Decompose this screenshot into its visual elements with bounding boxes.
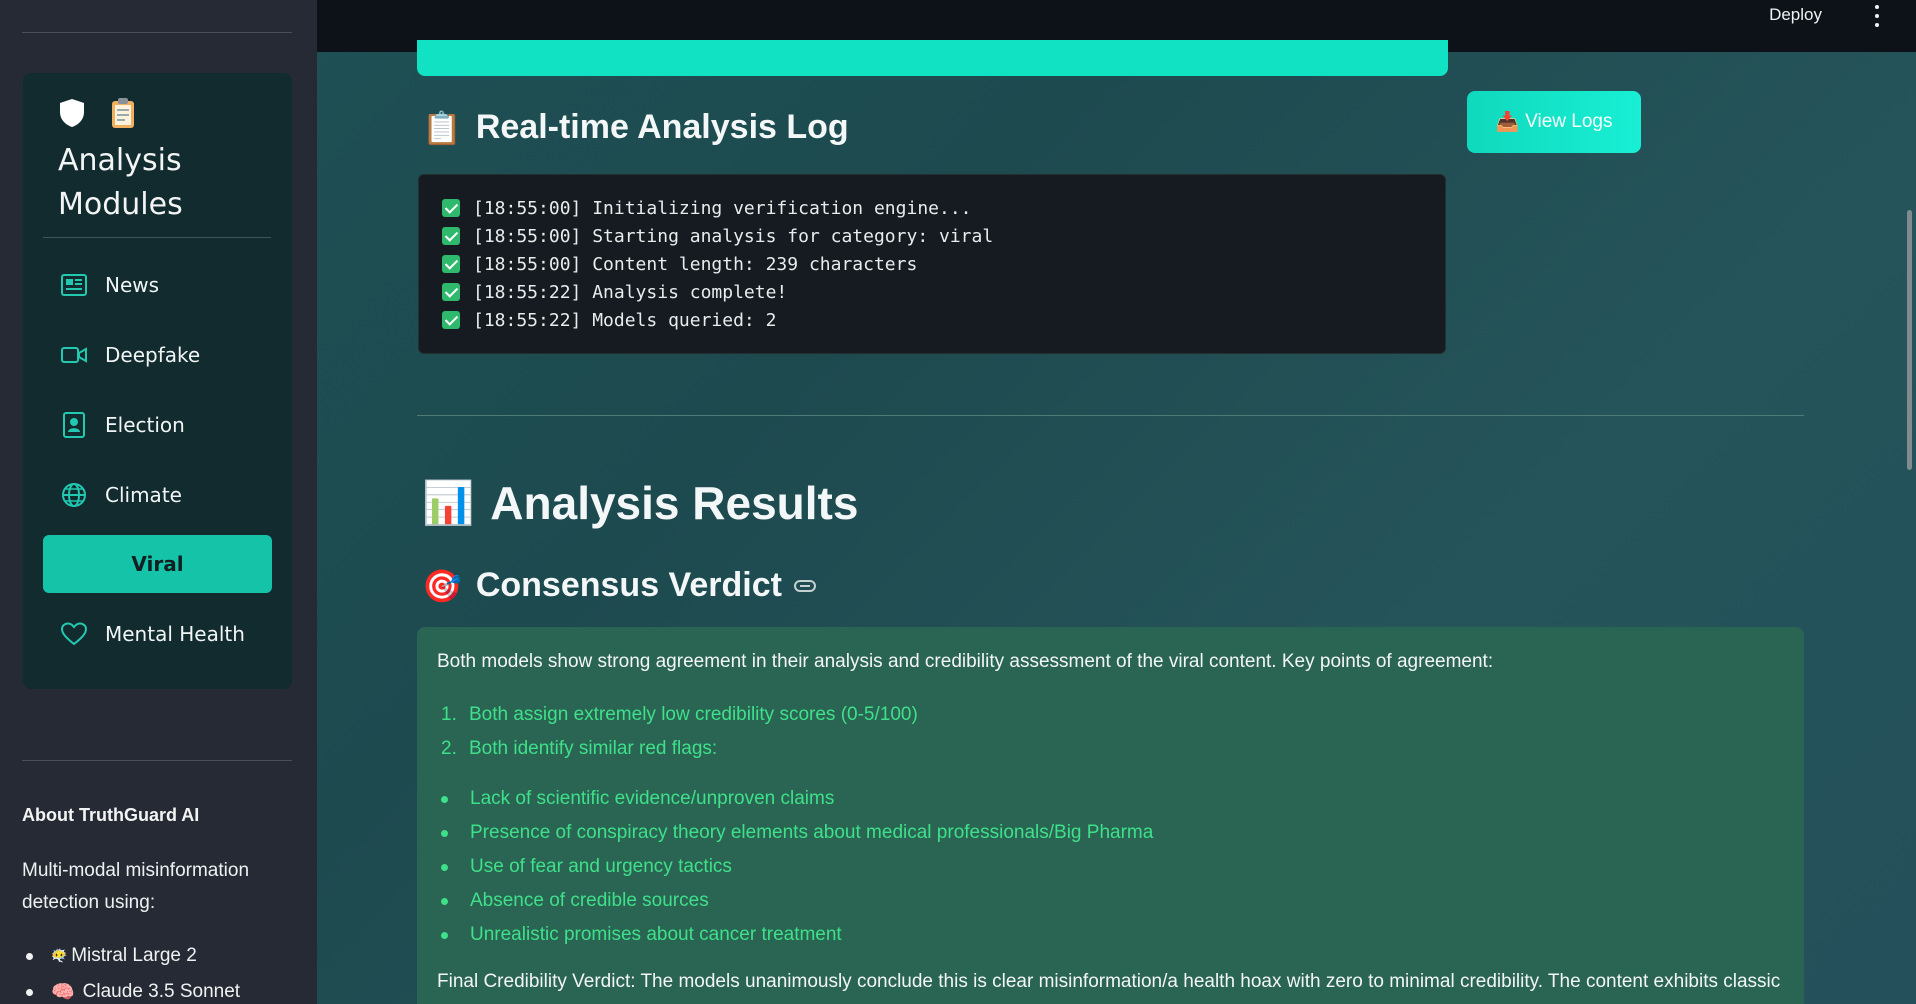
modules-title: Analysis Modules bbox=[58, 143, 183, 222]
final-verdict-text: Final Credibility Verdict: The models un… bbox=[437, 971, 1781, 992]
list-item: 🧠 Claude 3.5 Sonnet bbox=[22, 974, 240, 1004]
list-item: Lack of scientific evidence/unproven cla… bbox=[437, 782, 1784, 816]
modules-divider bbox=[43, 237, 271, 238]
view-logs-button[interactable]: 📥 View Logs bbox=[1467, 91, 1641, 153]
kebab-menu-icon[interactable] bbox=[1874, 5, 1880, 27]
sidebar-item-label: Viral bbox=[131, 552, 184, 576]
modules-icons bbox=[57, 97, 137, 137]
agreement-list: 1. Both assign extremely low credibility … bbox=[441, 698, 1784, 766]
sidebar-item-mental-health[interactable]: Mental Health bbox=[43, 605, 272, 663]
verdict-intro: Both models show strong agreement in the… bbox=[437, 651, 1494, 672]
video-camera-icon bbox=[61, 342, 87, 368]
shield-icon bbox=[57, 97, 87, 137]
ballot-icon bbox=[61, 412, 87, 438]
check-icon bbox=[442, 227, 460, 245]
inbox-tray-icon: 📥 bbox=[1495, 112, 1520, 133]
clipboard-icon: 📋 bbox=[422, 109, 462, 146]
check-icon bbox=[442, 255, 460, 273]
sidebar-item-label: Climate bbox=[105, 483, 182, 507]
check-icon bbox=[442, 199, 460, 217]
list-item: 1. Both assign extremely low credibility … bbox=[441, 704, 918, 725]
list-item: Absence of credible sources bbox=[437, 884, 1784, 918]
link-icon[interactable] bbox=[793, 579, 816, 592]
heart-icon bbox=[61, 621, 87, 647]
sidebar-item-news[interactable]: News bbox=[43, 256, 272, 314]
sidebar-item-deepfake[interactable]: Deepfake bbox=[43, 326, 272, 384]
list-item: 😶‍🌫️ Mistral Large 2 bbox=[22, 938, 240, 974]
sidebar-divider-top bbox=[22, 32, 292, 33]
sidebar-item-label: News bbox=[105, 273, 160, 297]
bar-chart-icon: 📊 bbox=[422, 478, 475, 526]
sidebar-item-label: Election bbox=[105, 413, 185, 437]
status-banner bbox=[417, 40, 1448, 76]
sidebar-item-label: Deepfake bbox=[105, 343, 201, 367]
newspaper-icon bbox=[61, 272, 87, 298]
list-item: 2. Both identify similar red flags: bbox=[441, 738, 718, 759]
verdict-box: Both models show strong agreement in the… bbox=[417, 627, 1804, 1004]
sidebar-divider-about bbox=[22, 760, 292, 761]
sidebar-item-climate[interactable]: Climate bbox=[43, 466, 272, 524]
sidebar-item-label: Mental Health bbox=[105, 622, 245, 646]
log-line: [18:55:22] Analysis complete! bbox=[442, 278, 1445, 306]
check-icon bbox=[442, 283, 460, 301]
log-line: [18:55:00] Initializing verification eng… bbox=[442, 194, 1445, 222]
list-item: Unrealistic promises about cancer treatm… bbox=[437, 918, 1784, 952]
analysis-modules-card: Analysis Modules News Deepfake Election … bbox=[23, 73, 292, 689]
log-heading: 📋 Real-time Analysis Log bbox=[422, 108, 849, 146]
about-text: Multi-modal misinformation detection usi… bbox=[22, 860, 250, 913]
log-line: [18:55:22] Models queried: 2 bbox=[442, 306, 1445, 334]
sidebar-item-election[interactable]: Election bbox=[43, 396, 272, 454]
target-icon: 🎯 bbox=[422, 567, 462, 604]
check-icon bbox=[442, 311, 460, 329]
sidebar-item-viral[interactable]: Viral bbox=[43, 535, 272, 593]
log-line: [18:55:00] Content length: 239 character… bbox=[442, 250, 1445, 278]
scrollbar[interactable] bbox=[1907, 210, 1912, 470]
results-heading: 📊 Analysis Results bbox=[422, 477, 859, 529]
log-line: [18:55:00] Starting analysis for categor… bbox=[442, 222, 1445, 250]
deploy-button[interactable]: Deploy bbox=[1769, 5, 1822, 25]
red-flags-list: Lack of scientific evidence/unproven cla… bbox=[437, 782, 1784, 952]
globe-icon bbox=[61, 482, 87, 508]
analysis-log-box: [18:55:00] Initializing verification eng… bbox=[418, 174, 1446, 354]
list-item: Presence of conspiracy theory elements a… bbox=[437, 816, 1784, 850]
clipboard-icon bbox=[109, 97, 137, 137]
section-divider bbox=[417, 415, 1804, 416]
sidebar: Analysis Modules News Deepfake Election … bbox=[0, 0, 317, 1004]
about-title: About TruthGuard AI bbox=[22, 805, 200, 825]
list-item: Use of fear and urgency tactics bbox=[437, 850, 1784, 884]
verdict-heading: 🎯 Consensus Verdict bbox=[422, 566, 816, 605]
about-models-list: 😶‍🌫️ Mistral Large 2 🧠 Claude 3.5 Sonnet bbox=[22, 938, 240, 1004]
